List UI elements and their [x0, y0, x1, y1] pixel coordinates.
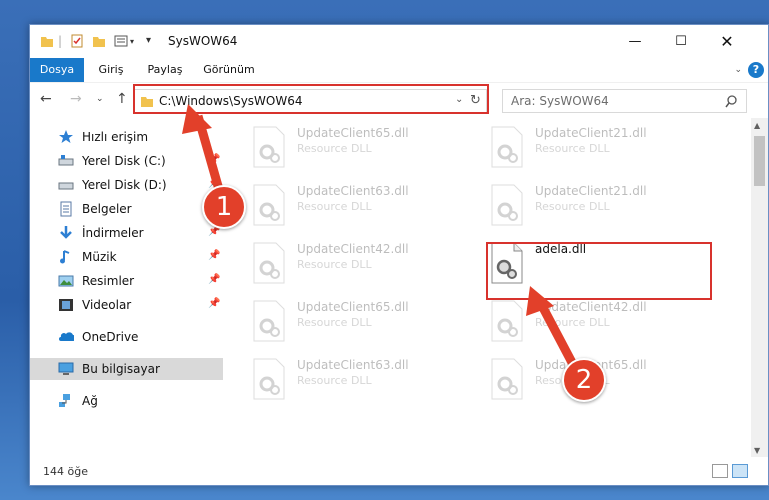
- arrow-1-head: [182, 104, 212, 134]
- step-1-badge: 1: [202, 185, 246, 229]
- step-2-badge: 2: [562, 358, 606, 402]
- annotation-arrows: [182, 104, 581, 375]
